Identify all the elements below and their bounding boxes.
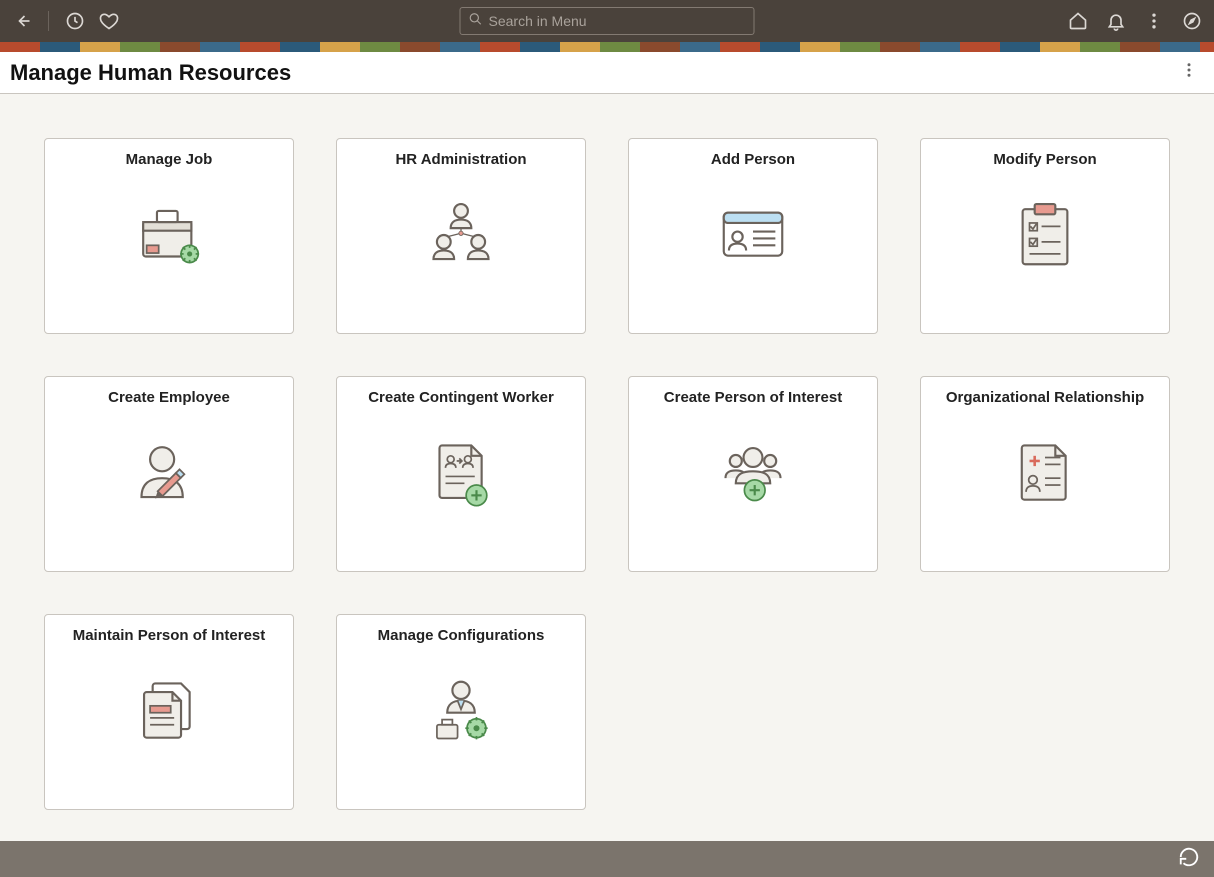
modify-person-icon [1000, 190, 1090, 280]
content-area: Manage Job HR Administration [0, 94, 1214, 841]
navigator-button[interactable] [1180, 9, 1204, 33]
home-button[interactable] [1066, 9, 1090, 33]
overflow-button[interactable] [1142, 9, 1166, 33]
tile-add-person[interactable]: Add Person [628, 138, 878, 334]
separator [48, 11, 49, 31]
org-relationship-icon [1000, 428, 1090, 518]
search-icon [469, 12, 483, 31]
tile-title: HR Administration [395, 151, 526, 168]
tile-title: Create Person of Interest [664, 389, 842, 406]
tile-title: Organizational Relationship [946, 389, 1144, 406]
contingent-worker-icon [416, 428, 506, 518]
maintain-poi-icon [124, 666, 214, 756]
tile-create-contingent-worker[interactable]: Create Contingent Worker [336, 376, 586, 572]
tile-title: Maintain Person of Interest [73, 627, 266, 644]
history-button[interactable] [63, 9, 87, 33]
search-input[interactable] [489, 13, 746, 29]
manage-config-icon [416, 666, 506, 756]
tile-create-employee[interactable]: Create Employee [44, 376, 294, 572]
notifications-button[interactable] [1104, 9, 1128, 33]
hr-admin-icon [416, 190, 506, 280]
tile-modify-person[interactable]: Modify Person [920, 138, 1170, 334]
tile-title: Create Employee [108, 389, 230, 406]
back-button[interactable] [10, 9, 34, 33]
top-bar [0, 0, 1214, 42]
refresh-button[interactable] [1178, 846, 1200, 873]
tile-hr-administration[interactable]: HR Administration [336, 138, 586, 334]
footer-bar [0, 841, 1214, 877]
tile-grid: Manage Job HR Administration [44, 138, 1170, 810]
tile-title: Manage Configurations [378, 627, 545, 644]
tile-manage-configurations[interactable]: Manage Configurations [336, 614, 586, 810]
search-box[interactable] [460, 7, 755, 35]
page-header: Manage Human Resources [0, 52, 1214, 94]
page-title: Manage Human Resources [10, 60, 291, 86]
tile-maintain-person-of-interest[interactable]: Maintain Person of Interest [44, 614, 294, 810]
tile-title: Manage Job [126, 151, 213, 168]
tile-manage-job[interactable]: Manage Job [44, 138, 294, 334]
banner-strip [0, 42, 1214, 52]
tile-organizational-relationship[interactable]: Organizational Relationship [920, 376, 1170, 572]
page-actions-button[interactable] [1174, 55, 1204, 90]
add-person-icon [708, 190, 798, 280]
tile-title: Add Person [711, 151, 795, 168]
favorite-button[interactable] [97, 9, 121, 33]
tile-title: Create Contingent Worker [368, 389, 554, 406]
manage-job-icon [124, 190, 214, 280]
tile-create-person-of-interest[interactable]: Create Person of Interest [628, 376, 878, 572]
tile-title: Modify Person [993, 151, 1096, 168]
person-interest-icon [708, 428, 798, 518]
create-employee-icon [124, 428, 214, 518]
